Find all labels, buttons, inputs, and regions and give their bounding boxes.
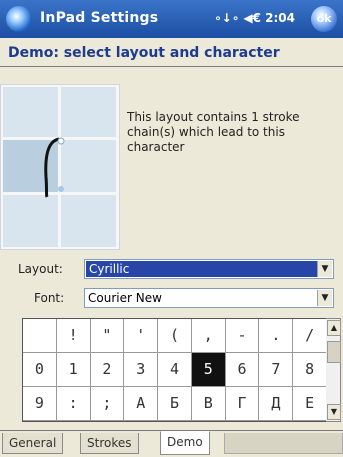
char-cell[interactable]: Б bbox=[158, 387, 192, 421]
scroll-down-icon[interactable]: ▼ bbox=[327, 404, 341, 420]
layout-description: This layout contains 1 stroke chain(s) w… bbox=[127, 110, 300, 154]
char-cell[interactable]: / bbox=[293, 319, 327, 353]
char-cell-selected[interactable]: 5 bbox=[191, 353, 226, 387]
tab-strokes[interactable]: Strokes bbox=[80, 433, 139, 454]
tab-bar-filler bbox=[224, 433, 343, 454]
status-indicators[interactable]: ∘↓∘ ◀€ 2:04 bbox=[214, 11, 295, 25]
scroll-up-icon[interactable]: ▲ bbox=[327, 320, 341, 336]
grid-scrollbar[interactable]: ▲ ▼ bbox=[326, 318, 341, 422]
char-cell[interactable]: Д bbox=[259, 387, 294, 421]
layout-label: Layout: bbox=[18, 262, 63, 276]
title-bar: InPad Settings ∘↓∘ ◀€ 2:04 ok bbox=[0, 0, 343, 38]
char-cell[interactable]: " bbox=[90, 319, 125, 353]
char-cell[interactable]: Е bbox=[293, 387, 327, 421]
char-cell[interactable]: 2 bbox=[90, 353, 125, 387]
char-cell[interactable]: 3 bbox=[124, 353, 159, 387]
app-title: InPad Settings bbox=[40, 10, 159, 26]
char-cell[interactable]: 9 bbox=[23, 387, 57, 421]
char-cell[interactable]: 7 bbox=[259, 353, 294, 387]
ok-button[interactable]: ok bbox=[311, 6, 337, 32]
chevron-down-icon[interactable]: ▼ bbox=[317, 290, 332, 306]
char-cell[interactable]: . bbox=[259, 319, 294, 353]
char-cell[interactable]: А bbox=[124, 387, 159, 421]
font-select[interactable]: Courier New ▼ bbox=[84, 288, 334, 308]
font-label: Font: bbox=[34, 291, 65, 305]
char-cell[interactable] bbox=[23, 319, 57, 353]
tab-demo[interactable]: Demo bbox=[160, 431, 210, 455]
tab-bar: General Strokes Demo bbox=[0, 430, 343, 457]
char-cell[interactable]: ' bbox=[124, 319, 159, 353]
stroke-preview bbox=[0, 84, 120, 250]
char-cell[interactable]: , bbox=[191, 319, 226, 353]
heading-divider bbox=[0, 66, 343, 67]
char-cell[interactable]: - bbox=[225, 319, 260, 353]
chevron-down-icon[interactable]: ▼ bbox=[317, 261, 332, 277]
font-value: Courier New bbox=[88, 291, 162, 305]
layout-value: Cyrillic bbox=[86, 261, 332, 277]
char-cell[interactable]: 0 bbox=[23, 353, 57, 387]
char-cell[interactable]: В bbox=[191, 387, 226, 421]
scroll-thumb[interactable] bbox=[327, 341, 341, 363]
windows-start-icon[interactable] bbox=[6, 6, 32, 32]
char-cell[interactable]: Г bbox=[225, 387, 260, 421]
char-cell[interactable]: 1 bbox=[56, 353, 91, 387]
char-cell[interactable]: ( bbox=[158, 319, 192, 353]
char-cell[interactable]: 4 bbox=[158, 353, 192, 387]
char-cell[interactable]: : bbox=[56, 387, 91, 421]
char-cell[interactable]: ; bbox=[90, 387, 125, 421]
char-cell[interactable]: 6 bbox=[225, 353, 260, 387]
character-grid: ! " ' ( , - . / 0 1 2 3 4 5 6 7 8 9 : ; … bbox=[22, 318, 328, 422]
tab-general[interactable]: General bbox=[2, 433, 64, 454]
layout-select[interactable]: Cyrillic ▼ bbox=[84, 259, 334, 279]
char-cell[interactable]: ! bbox=[56, 319, 91, 353]
stroke-path-icon bbox=[44, 137, 65, 198]
char-cell[interactable]: 8 bbox=[293, 353, 327, 387]
page-heading: Demo: select layout and character bbox=[8, 45, 280, 61]
